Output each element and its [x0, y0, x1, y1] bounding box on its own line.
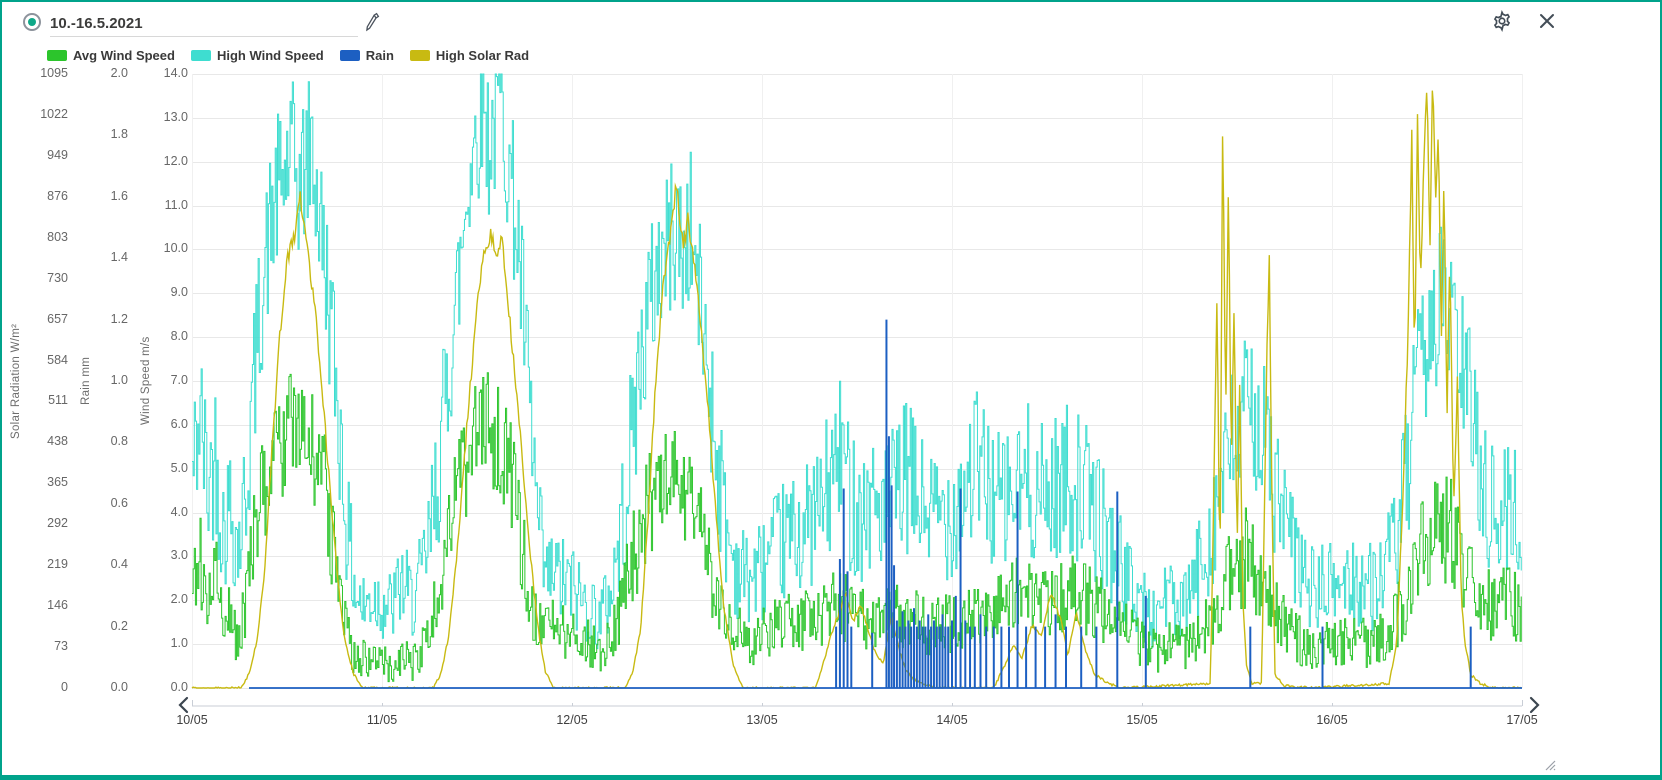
x-tick-label: 11/05: [367, 713, 397, 727]
time-scrollbar-track[interactable]: [192, 700, 1524, 712]
x-tick-label: 14/05: [936, 713, 967, 727]
x-tick-label: 12/05: [556, 713, 587, 727]
x-tick-label: 15/05: [1126, 713, 1157, 727]
chart-widget-window: 10.-16.5.2021 Avg Wind SpeedHigh Wind Sp…: [0, 0, 1662, 780]
x-tick-label: 13/05: [746, 713, 777, 727]
chevron-right-icon[interactable]: [1526, 696, 1542, 714]
chart-plot-area[interactable]: [2, 2, 1662, 780]
x-tick-label: 17/05: [1506, 713, 1537, 727]
resize-grip-icon[interactable]: [1543, 758, 1556, 771]
x-tick-label: 10/05: [176, 713, 207, 727]
chevron-left-icon[interactable]: [176, 696, 192, 714]
x-tick-label: 16/05: [1316, 713, 1347, 727]
